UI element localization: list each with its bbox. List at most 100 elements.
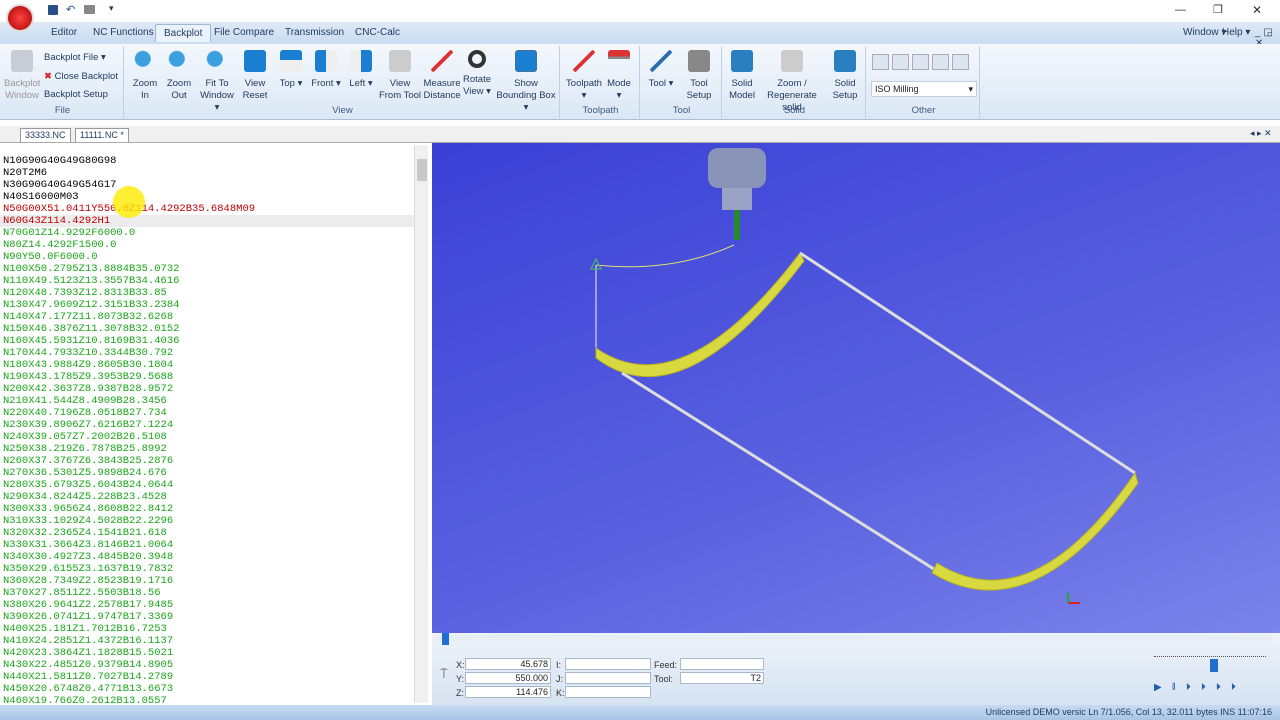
solid-setup-button[interactable]: Solid Setup [828,48,862,102]
backplot-window-button[interactable]: Backplot Window [4,48,40,102]
backplot-file-button[interactable]: Backplot File ▾ [44,52,106,63]
help-menu[interactable]: Help ▾ [1222,27,1250,38]
front-view-button[interactable]: Front ▾ [311,48,341,90]
code-line[interactable]: N60G43Z114.4292H1 [0,215,414,227]
speed-slider-thumb[interactable] [1210,659,1218,672]
code-line[interactable]: N430X22.4851Z0.9379B14.8905 [0,659,414,671]
code-line[interactable]: N340X30.4927Z3.4845B20.3948 [0,551,414,563]
tab-backplot[interactable]: Backplot [155,24,212,42]
editor-scrollbar[interactable] [414,145,428,703]
code-line[interactable]: N380X26.9641Z2.2578B17.9485 [0,599,414,611]
code-line[interactable]: N180X43.9884Z9.8605B30.1804 [0,359,414,371]
code-line[interactable]: N210X41.544Z8.4909B28.3456 [0,395,414,407]
code-line[interactable]: N320X32.2365Z4.1541B21.618 [0,527,414,539]
code-line[interactable]: N270X36.5301Z5.9898B24.676 [0,467,414,479]
code-line[interactable]: N440X21.5811Z0.7027B14.2789 [0,671,414,683]
code-line[interactable]: N460X19.766Z0.2612B13.0557 [0,695,414,703]
tab-transmission[interactable]: Transmission [285,27,344,38]
tab-editor[interactable]: Editor [51,27,77,38]
mode-button[interactable]: Mode ▾ [604,48,634,102]
code-line[interactable]: N160X45.5931Z10.8169B31.4036 [0,335,414,347]
code-line[interactable]: N130X47.9609Z12.3151B33.2384 [0,299,414,311]
code-line[interactable]: N120X48.7393Z12.8313B33.85 [0,287,414,299]
code-line[interactable]: N170X44.7933Z10.3344B30.792 [0,347,414,359]
nc-code-editor[interactable]: N10G90G40G49G80G98 N20T2M6 N30G90G40G49G54… [0,145,414,703]
other-tool-icon[interactable] [872,54,889,70]
code-line[interactable]: N80Z14.4292F1500.0 [0,239,414,251]
step-icon[interactable]: ⏵ [1186,682,1191,693]
other-tool-icon[interactable] [952,54,969,70]
step-icon[interactable]: ⏵ [1201,682,1206,693]
backplot-3d-viewport[interactable] [432,143,1280,633]
top-view-button[interactable]: Top ▾ [276,48,306,90]
tab-file-compare[interactable]: File Compare [214,27,274,38]
tool-button[interactable]: Tool ▾ [646,48,676,90]
code-line[interactable]: N230X39.8906Z7.6216B27.1224 [0,419,414,431]
print-icon[interactable] [84,5,95,14]
code-line[interactable]: N220X40.7196Z8.0518B27.734 [0,407,414,419]
code-line[interactable]: N350X29.6155Z3.1637B19.7832 [0,563,414,575]
zoom-in-button[interactable]: Zoom In [130,48,160,102]
view-from-tool-button[interactable]: View From Tool [378,48,422,102]
other-tool-icon[interactable] [892,54,909,70]
app-logo[interactable] [6,4,34,32]
toolpath-button[interactable]: Toolpath ▾ [566,48,602,102]
code-line[interactable]: N50G00X51.0411Y550.0Z114.4292B35.6848M09 [0,203,414,215]
code-line[interactable]: N370X27.8511Z2.5503B18.56 [0,587,414,599]
code-line[interactable]: N300X33.9656Z4.8608B22.8412 [0,503,414,515]
step-icon[interactable]: ⏵ [1231,682,1236,693]
scrollbar-thumb[interactable] [417,159,427,181]
rotate-view-button[interactable]: Rotate View ▾ [462,48,492,98]
code-line[interactable]: N10G90G40G49G80G98 [0,155,414,167]
qat-customize-icon[interactable]: ▾ [109,3,114,14]
doc-tab-33333[interactable]: 33333.NC [20,128,71,142]
tab-nc-functions[interactable]: NC Functions [93,27,154,38]
window-menu[interactable]: Window ▾ [1183,27,1226,38]
code-line[interactable]: N150X46.3876Z11.3078B32.0152 [0,323,414,335]
minimize-button[interactable]: — [1175,4,1186,16]
close-backplot-button[interactable]: ✖ Close Backplot [44,71,118,82]
doc-tab-11111[interactable]: 11111.NC * [75,128,129,142]
code-line[interactable]: N330X31.3664Z3.8146B21.0064 [0,539,414,551]
code-line[interactable]: N40S16000M03 [0,191,414,203]
code-line[interactable]: N240X39.057Z7.2002B26.5108 [0,431,414,443]
code-line[interactable]: N420X23.3864Z1.1828B15.5021 [0,647,414,659]
code-line[interactable]: N100X50.2795Z13.8884B35.0732 [0,263,414,275]
undo-icon[interactable]: ↶ [66,3,75,16]
code-line[interactable]: N360X28.7349Z2.8523B19.1716 [0,575,414,587]
code-line[interactable]: N390X26.0741Z1.9747B17.3369 [0,611,414,623]
code-line[interactable]: N310X33.1029Z4.5028B22.2296 [0,515,414,527]
code-line[interactable]: N280X35.6793Z5.6043B24.0644 [0,479,414,491]
view-reset-button[interactable]: View Reset [240,48,270,102]
code-line[interactable]: N70G01Z14.9292F6000.0 [0,227,414,239]
code-line[interactable]: N90Y50.0F6000.0 [0,251,414,263]
other-tool-icon[interactable] [912,54,929,70]
other-tool-icon[interactable] [932,54,949,70]
code-line[interactable]: N190X43.1785Z9.3953B29.5688 [0,371,414,383]
measure-distance-button[interactable]: Measure Distance [422,48,462,102]
pause-icon[interactable]: ‖ [1172,682,1176,693]
code-line[interactable]: N30G90G40G49G54G17 [0,179,414,191]
tool-setup-button[interactable]: Tool Setup [682,48,716,102]
solid-model-button[interactable]: Solid Model [726,48,758,102]
step-icon[interactable]: ⏵ [1216,682,1221,693]
code-line[interactable]: N110X49.5123Z13.3557B34.4616 [0,275,414,287]
code-line[interactable]: N200X42.3637Z8.9387B28.9572 [0,383,414,395]
playback-progress-track[interactable] [436,635,1272,641]
backplot-setup-button[interactable]: Backplot Setup [44,89,108,100]
code-line[interactable]: N290X34.8244Z5.228B23.4528 [0,491,414,503]
code-line[interactable]: N400X25.181Z1.7012B16.7253 [0,623,414,635]
save-icon[interactable] [48,5,58,15]
code-line[interactable]: N20T2M6 [0,167,414,179]
doc-tab-nav[interactable]: ◂ ▸ ✕ [1250,128,1272,139]
code-line[interactable]: N260X37.3767Z6.3843B25.2876 [0,455,414,467]
machine-type-select[interactable]: ISO Milling ▾ [871,81,977,97]
code-line[interactable]: N140X47.177Z11.8073B32.6268 [0,311,414,323]
maximize-button[interactable]: ❐ [1213,3,1223,16]
code-line[interactable]: N250X38.219Z6.7878B25.8992 [0,443,414,455]
left-view-button[interactable]: Left ▾ [346,48,376,90]
zoom-out-button[interactable]: Zoom Out [164,48,194,102]
close-button[interactable]: ✕ [1252,3,1262,17]
play-icon[interactable]: ▶ [1154,682,1162,693]
code-line[interactable]: N450X20.6748Z0.4771B13.6673 [0,683,414,695]
